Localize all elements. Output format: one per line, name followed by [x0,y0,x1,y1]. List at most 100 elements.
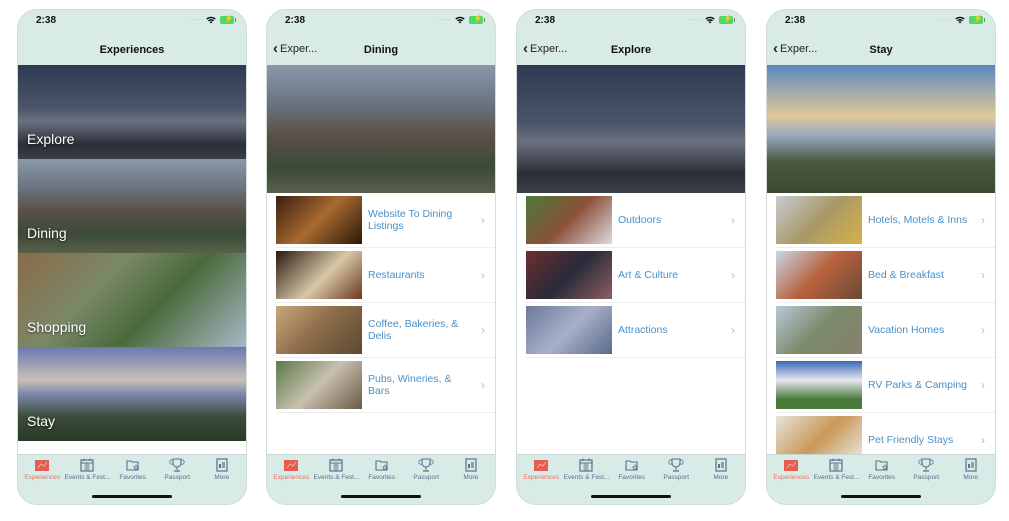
chevron-right-icon: › [731,268,735,282]
list-item[interactable]: Outdoors › [526,193,745,248]
tab-favorites[interactable]: Favorites [110,458,155,481]
tab-passport[interactable]: Passport [155,458,200,481]
wifi-icon [705,16,715,24]
tab-events[interactable]: Events & Fest... [563,458,610,481]
tab-label: More [713,474,729,481]
tab-label: Experiences [273,474,310,481]
status-bar: 2:38 ···· ⚡ [517,10,745,36]
trophy-icon [418,458,434,472]
map-icon [35,460,50,471]
hero-image [267,65,495,193]
tile-shopping[interactable]: Shopping [18,253,246,347]
list-item[interactable]: Website To Dining Listings › [276,193,495,248]
experience-tiles: Explore Dining Shopping Stay [18,65,246,456]
page-title: Dining [363,44,399,56]
list-item[interactable]: Coffee, Bakeries, & Delis › [276,303,495,358]
tab-favorites[interactable]: Favorites [609,458,654,481]
tab-more[interactable]: More [948,458,993,481]
stay-content: Hotels, Motels & Inns › Bed & Breakfast › … [767,65,995,456]
tab-passport[interactable]: Passport [654,458,699,481]
phone-stay: 2:38 ···· ⚡ ‹ Exper... Stay Hotels, Mote… [766,9,996,505]
list-item[interactable]: Bed & Breakfast › [776,248,995,303]
tab-label: Events & Fest... [813,474,860,481]
tab-label: Experiences [773,474,810,481]
chevron-right-icon: › [981,378,985,392]
tab-experiences[interactable]: Experiences [20,458,65,481]
tab-experiences[interactable]: Experiences [269,458,314,481]
list-item[interactable]: Restaurants › [276,248,495,303]
item-label: Vacation Homes [868,324,945,336]
chevron-right-icon: › [481,323,485,337]
hero-image [767,65,995,193]
tab-more[interactable]: More [199,458,244,481]
wifi-icon [206,16,216,24]
battery-icon: ⚡ [220,14,236,24]
status-bar: 2:38 ···· ⚡ [267,10,495,36]
status-bar: 2:38 ···· ⚡ [767,10,995,36]
calendar-icon [829,458,844,472]
list-item[interactable]: Attractions › [526,303,745,358]
tab-favorites[interactable]: Favorites [359,458,404,481]
tab-passport[interactable]: Passport [904,458,949,481]
tab-experiences[interactable]: Experiences [519,458,564,481]
item-label: Hotels, Motels & Inns [868,214,968,226]
item-label: Pubs, Wineries, & Bars [368,373,452,397]
calendar-icon [329,458,344,472]
tile-explore[interactable]: Explore [18,65,246,159]
category-list: Website To Dining Listings › Restaurants ›… [267,193,495,413]
tab-bar: Experiences Events & Fest... Favorites P… [18,454,246,504]
calendar-icon [579,458,594,472]
tab-favorites[interactable]: Favorites [859,458,904,481]
thumbnail [526,196,612,244]
navbar: Experiences [18,36,246,65]
chevron-right-icon: › [981,213,985,227]
tab-experiences[interactable]: Experiences [769,458,814,481]
folder-star-icon [126,460,139,471]
tile-label: Dining [27,225,67,241]
chevron-right-icon: › [481,378,485,392]
battery-icon: ⚡ [469,14,485,24]
status-time: 2:38 [535,15,556,26]
list-item[interactable]: Pubs, Wineries, & Bars › [276,358,495,413]
category-list: Outdoors › Art & Culture › Attractions › [517,193,745,358]
tile-label: Stay [27,413,56,429]
tab-label: Events & Fest... [313,474,360,481]
tab-events[interactable]: Events & Fest... [313,458,360,481]
tab-events[interactable]: Events & Fest... [65,458,110,481]
list-item[interactable]: Vacation Homes › [776,303,995,358]
home-indicator [841,495,921,498]
tab-label: More [463,474,479,481]
navbar: ‹ Exper... Stay [767,36,995,65]
book-icon [715,458,727,472]
tab-label: Passport [164,474,191,481]
tab-events[interactable]: Events & Fest... [813,458,860,481]
tile-stay[interactable]: Stay [18,347,246,441]
tab-more[interactable]: More [448,458,493,481]
list-item[interactable]: RV Parks & Camping › [776,358,995,413]
tab-passport[interactable]: Passport [404,458,449,481]
tab-more[interactable]: More [698,458,743,481]
tab-label: Passport [913,474,940,481]
list-item[interactable]: Hotels, Motels & Inns › [776,193,995,248]
phone-experiences: 2:38 ···· ⚡ Experiences Explore Dining S… [17,9,247,505]
status-bar: 2:38 ···· ⚡ [18,10,246,36]
phone-explore: 2:38 ···· ⚡ ‹ Exper... Explore Outdoors ›… [516,9,746,505]
tab-label: Favorites [618,474,646,481]
calendar-icon [80,458,95,472]
folder-star-icon [375,460,388,471]
book-icon [965,458,977,472]
tile-dining[interactable]: Dining [18,159,246,253]
tab-label: Favorites [868,474,896,481]
status-time: 2:38 [285,15,306,26]
book-icon [216,458,228,472]
page-title: Experiences [99,44,165,56]
thumbnail [776,361,862,409]
list-item[interactable]: Art & Culture › [526,248,745,303]
tab-label: Experiences [523,474,560,481]
chevron-right-icon: › [981,323,985,337]
tab-label: Events & Fest... [563,474,610,481]
list-item[interactable]: Pet Friendly Stays › [776,413,995,456]
chevron-right-icon: › [981,268,985,282]
chevron-right-icon: › [731,213,735,227]
thumbnail [776,306,862,354]
